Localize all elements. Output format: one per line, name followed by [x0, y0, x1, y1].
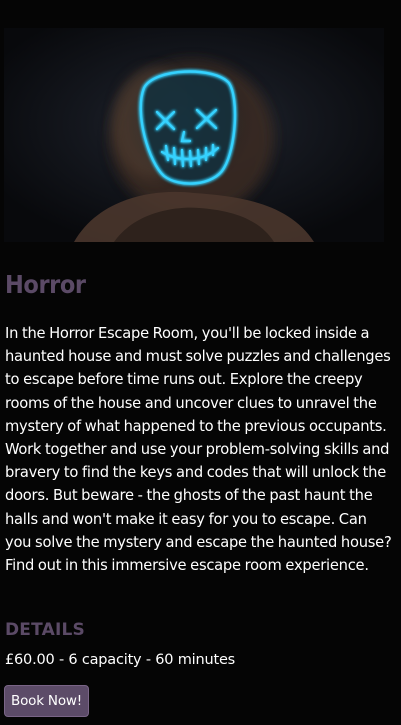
neon-mask-image — [4, 28, 384, 242]
book-now-button[interactable]: Book Now! — [4, 685, 89, 717]
room-hero-image — [4, 28, 384, 242]
escape-room-card: Horror In the Horror Escape Room, you'll… — [0, 0, 401, 725]
details-heading: DETAILS — [5, 620, 85, 640]
room-details: £60.00 - 6 capacity - 60 minutes — [5, 652, 236, 668]
room-title: Horror — [5, 270, 86, 299]
room-description: In the Horror Escape Room, you'll be loc… — [5, 325, 392, 575]
